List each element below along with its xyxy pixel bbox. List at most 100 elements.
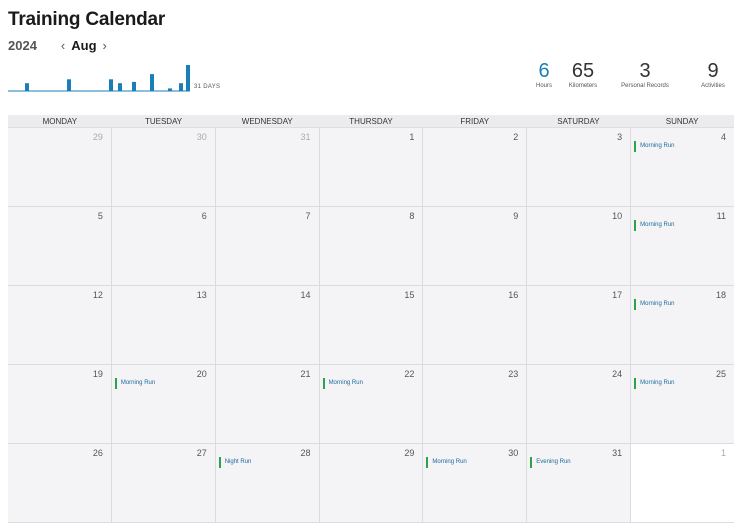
day-number: 11 [716,211,726,221]
calendar-day-cell[interactable]: 17 [527,286,631,364]
calendar-day-cell[interactable]: 1 [319,128,423,206]
stat-kilometers: 65 Kilometers [561,60,605,89]
day-number: 2 [513,132,519,142]
stat-label: Hours [535,83,552,89]
month-navigator: 2024 ‹ Aug › [8,38,107,53]
activity-entry[interactable]: Morning Run [634,378,675,389]
stat-label: Kilometers [568,83,598,89]
day-number: 12 [92,290,103,300]
calendar-day-cell[interactable]: 8 [319,207,423,285]
sparkline-bar [67,79,71,91]
calendar-day-cell[interactable]: 26 [8,444,111,522]
day-number: 19 [92,369,103,379]
calendar-day-cell[interactable]: 15 [319,286,423,364]
weekday-label: TUESDAY [144,117,183,126]
day-number: 9 [513,211,519,221]
calendar-day-cell[interactable]: 11 Morning Run [631,207,734,285]
calendar-day-cell[interactable]: 30 Morning Run [423,444,527,522]
sparkline-bar [168,88,172,91]
sparkline-bar [109,79,113,91]
stat-hours: 6 Hours [533,60,555,89]
calendar-day-cell[interactable]: 27 [111,444,215,522]
calendar-grid: 29 30 31 1 2 3 4 Morning Run 5 6 7 8 9 10 11 Morning Ru… [8,128,734,523]
calendar-day-cell[interactable]: 31 Evening Run [527,444,631,522]
calendar-day-cell[interactable]: 29 [319,444,423,522]
calendar-day-cell[interactable]: 31 [215,128,319,206]
stat-value: 65 [571,60,595,82]
day-number: 20 [196,369,207,379]
weekday-label: SUNDAY [665,117,699,126]
day-number: 29 [404,448,415,458]
day-number: 16 [508,290,519,300]
calendar-day-cell[interactable]: 16 [423,286,527,364]
day-number: 28 [300,448,311,458]
day-number: 29 [92,132,103,142]
calendar-day-cell[interactable]: 19 [8,365,111,443]
sparkline-bar [25,83,29,91]
page-title: Training Calendar [8,9,166,30]
calendar-day-cell[interactable]: 12 [8,286,111,364]
day-number: 26 [92,448,103,458]
day-number: 13 [196,290,207,300]
year-label: 2024 [8,38,37,53]
calendar: MONDAY TUESDAY WEDNESDAY THURSDAY FRIDAY… [8,115,734,523]
sparkline-bar [118,83,122,91]
calendar-day-cell[interactable]: 13 [111,286,215,364]
calendar-day-cell[interactable]: 30 [111,128,215,206]
calendar-day-cell[interactable]: 6 [111,207,215,285]
stat-activities: 9 Activities [691,60,735,89]
prev-month-icon[interactable]: ‹ [61,38,65,53]
calendar-day-cell[interactable]: 28 Night Run [215,444,319,522]
weekday-header: MONDAY TUESDAY WEDNESDAY THURSDAY FRIDAY… [8,115,734,128]
activity-entry[interactable]: Morning Run [634,299,675,310]
stat-label: Personal Records [621,83,669,89]
calendar-day-cell[interactable]: 24 [527,365,631,443]
calendar-day-cell[interactable]: 1 [631,444,734,522]
stat-value: 3 [639,60,651,82]
activity-entry[interactable]: Evening Run [530,457,571,468]
calendar-day-cell[interactable]: 9 [423,207,527,285]
day-number: 14 [300,290,311,300]
day-number: 15 [404,290,415,300]
calendar-day-cell[interactable]: 3 [527,128,631,206]
day-number: 24 [612,369,623,379]
calendar-day-cell[interactable]: 18 Morning Run [631,286,734,364]
calendar-day-cell[interactable]: 7 [215,207,319,285]
calendar-day-cell[interactable]: 21 [215,365,319,443]
sparkline-bar [179,83,183,91]
next-month-icon[interactable]: › [103,38,107,53]
calendar-day-cell[interactable]: 29 [8,128,111,206]
day-number: 30 [196,132,207,142]
day-number: 23 [508,369,519,379]
calendar-day-cell[interactable]: 23 [423,365,527,443]
stat-personal-records: 3 Personal Records [615,60,675,89]
day-number: 25 [715,369,726,379]
day-number: 8 [409,211,415,221]
activity-entry[interactable]: Morning Run [114,378,155,389]
activity-entry[interactable]: Morning Run [634,141,675,152]
sparkline-label: 31 DAYS [194,84,221,90]
day-number: 3 [617,132,623,142]
activity-entry[interactable]: Morning Run [634,220,675,231]
calendar-day-cell[interactable]: 14 [215,286,319,364]
calendar-day-cell[interactable]: 25 Morning Run [631,365,734,443]
calendar-day-cell[interactable]: 10 [527,207,631,285]
weekday-label: THURSDAY [349,117,393,126]
stat-label: Activities [701,83,725,89]
activity-entry[interactable]: Morning Run [322,378,363,389]
month-label: Aug [71,38,97,53]
weekday-label: FRIDAY [460,117,490,126]
day-number: 31 [612,448,623,458]
sparkline-bar [132,81,136,91]
day-number: 18 [715,290,726,300]
calendar-day-cell[interactable]: 4 Morning Run [631,128,734,206]
calendar-day-cell[interactable]: 5 [8,207,111,285]
weekday-label: MONDAY [42,117,78,126]
activity-entry[interactable]: Night Run [218,457,251,468]
calendar-day-cell[interactable]: 2 [423,128,527,206]
day-number: 10 [612,211,623,221]
calendar-day-cell[interactable]: 22 Morning Run [319,365,423,443]
calendar-day-cell[interactable]: 20 Morning Run [111,365,215,443]
activity-entry[interactable]: Morning Run [426,457,467,468]
day-number: 30 [508,448,519,458]
